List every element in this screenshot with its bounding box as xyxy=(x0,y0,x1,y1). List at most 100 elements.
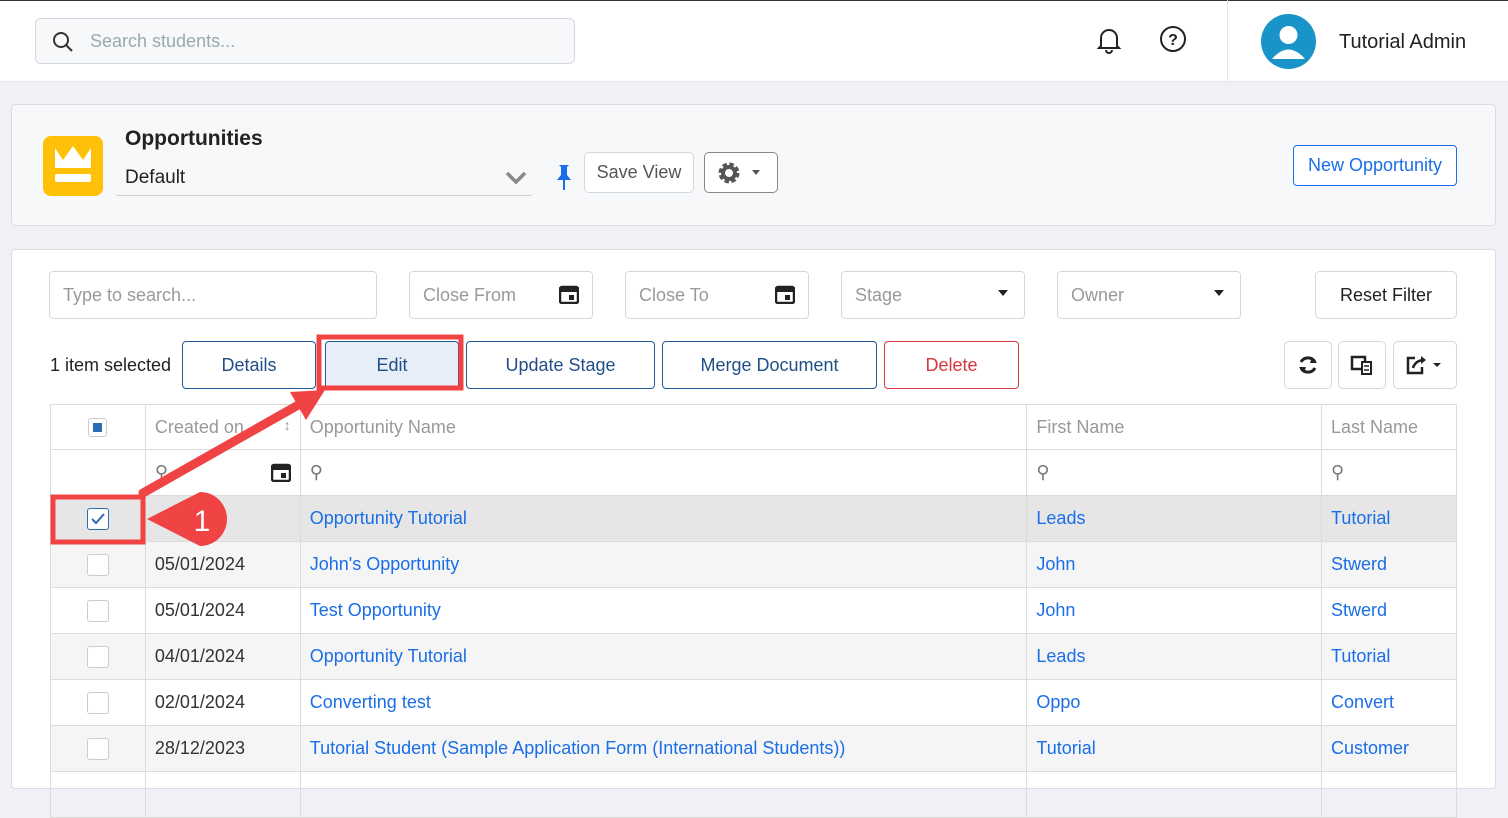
opportunity-link[interactable]: Converting test xyxy=(310,692,431,712)
last-name-link[interactable]: Stwerd xyxy=(1331,554,1387,574)
row-checkbox[interactable] xyxy=(86,737,109,760)
pin-icon[interactable] xyxy=(555,163,573,191)
update-stage-button[interactable]: Update Stage xyxy=(466,341,655,389)
table-row[interactable]: 04/01/2024 Opportunity Tutorial Leads Tu… xyxy=(50,633,1457,680)
header-row: Created on ↕ Opportunity Name First Name… xyxy=(50,404,1457,450)
help-icon[interactable]: ? xyxy=(1159,25,1187,53)
row-select-cell[interactable] xyxy=(50,587,146,634)
details-button[interactable]: Details xyxy=(182,341,316,389)
owner-placeholder: Owner xyxy=(1071,284,1125,305)
last-name-cell: Stwerd xyxy=(1321,587,1457,634)
select-all-checkbox[interactable] xyxy=(88,417,108,437)
first-name-link[interactable]: Leads xyxy=(1036,508,1085,528)
user-name[interactable]: Tutorial Admin xyxy=(1339,31,1466,54)
delete-button[interactable]: Delete xyxy=(884,341,1019,389)
column-created-on[interactable]: Created on ↕ xyxy=(144,404,301,450)
bell-icon[interactable] xyxy=(1096,26,1122,54)
first-name-filter[interactable]: ⚲ xyxy=(1026,449,1323,496)
refresh-icon xyxy=(1299,356,1317,374)
first-name-cell: Leads xyxy=(1026,633,1323,680)
table-row[interactable]: 05/01/2024 John's Opportunity John Stwer… xyxy=(50,541,1457,588)
owner-select[interactable]: Owner xyxy=(1057,271,1241,319)
opportunities-table: Created on ↕ Opportunity Name First Name… xyxy=(50,404,1457,818)
column-opportunity-name[interactable]: Opportunity Name xyxy=(299,404,1028,450)
select-all-cell[interactable] xyxy=(50,404,146,450)
crown-logo-icon xyxy=(43,136,103,196)
export-dropdown-button[interactable] xyxy=(1393,341,1457,389)
column-last-name[interactable]: Last Name xyxy=(1321,404,1457,450)
row-checkbox[interactable] xyxy=(86,645,109,668)
first-name-link[interactable]: Oppo xyxy=(1036,692,1080,712)
opportunity-link[interactable]: Tutorial Student (Sample Application For… xyxy=(310,738,846,758)
calendar-icon[interactable] xyxy=(559,284,579,304)
created-cell: 04/01/2024 xyxy=(144,633,301,680)
first-name-cell: Tutorial xyxy=(1026,725,1323,772)
table-row[interactable]: …4 Opportunity Tutorial Leads Tutorial xyxy=(50,495,1457,542)
save-view-button[interactable]: Save View xyxy=(584,152,694,193)
created-cell: 28/12/2023 xyxy=(144,725,301,772)
list-search-input[interactable]: Type to search... xyxy=(49,271,377,319)
last-name-link[interactable]: Customer xyxy=(1331,738,1409,758)
svg-text:?: ? xyxy=(1168,32,1178,49)
column-first-name[interactable]: First Name xyxy=(1026,404,1323,450)
opportunity-link[interactable]: Test Opportunity xyxy=(310,600,441,620)
last-name-link[interactable]: Convert xyxy=(1331,692,1394,712)
first-name-cell: Leads xyxy=(1026,495,1323,542)
table-row[interactable]: 28/12/2023 Tutorial Student (Sample Appl… xyxy=(50,725,1457,772)
export-icon xyxy=(1406,356,1441,375)
row-select-cell[interactable] xyxy=(50,725,146,772)
calendar-icon[interactable] xyxy=(775,284,795,304)
row-checkbox[interactable] xyxy=(86,691,109,714)
merge-document-button[interactable]: Merge Document xyxy=(662,341,877,389)
columns-button[interactable] xyxy=(1338,341,1386,389)
opportunity-name-cell: Tutorial Student (Sample Application For… xyxy=(299,725,1028,772)
created-cell: 05/01/2024 xyxy=(144,587,301,634)
opportunity-link[interactable]: John's Opportunity xyxy=(310,554,460,574)
settings-dropdown-button[interactable] xyxy=(704,152,778,193)
table-row[interactable]: 05/01/2024 Test Opportunity John Stwerd xyxy=(50,587,1457,634)
last-name-cell: Customer xyxy=(1321,725,1457,772)
edit-button[interactable]: Edit xyxy=(325,341,459,389)
refresh-button[interactable] xyxy=(1284,341,1332,389)
search-icon: ⚲ xyxy=(1331,462,1345,482)
opportunity-link[interactable]: Opportunity Tutorial xyxy=(310,646,467,666)
filter-row: ⚲ ⚲ ⚲ ⚲ xyxy=(50,449,1457,496)
stage-select[interactable]: Stage xyxy=(841,271,1025,319)
page-title: Opportunities xyxy=(125,127,263,150)
search-input[interactable]: Search students... xyxy=(35,18,575,64)
last-name-link[interactable]: Tutorial xyxy=(1331,508,1390,528)
caret-down-icon xyxy=(1214,290,1224,296)
new-opportunity-button[interactable]: New Opportunity xyxy=(1293,145,1457,186)
row-select-cell[interactable] xyxy=(50,541,146,588)
opportunity-name-cell: John's Opportunity xyxy=(299,541,1028,588)
created-cell: …4 xyxy=(144,495,301,542)
created-filter[interactable]: ⚲ xyxy=(144,449,301,496)
last-name-filter[interactable]: ⚲ xyxy=(1321,449,1457,496)
first-name-link[interactable]: Leads xyxy=(1036,646,1085,666)
close-to-placeholder: Close To xyxy=(639,284,709,305)
opportunity-name-cell: Opportunity Tutorial xyxy=(299,633,1028,680)
first-name-link[interactable]: Tutorial xyxy=(1036,738,1095,758)
stage-placeholder: Stage xyxy=(855,284,903,305)
first-name-link[interactable]: John xyxy=(1036,554,1075,574)
search-icon xyxy=(53,32,73,52)
table-row[interactable]: 02/01/2024 Converting test Oppo Convert xyxy=(50,679,1457,726)
row-select-cell[interactable] xyxy=(50,633,146,680)
row-checkbox[interactable] xyxy=(86,599,109,622)
chevron-down-icon xyxy=(505,171,527,185)
last-name-link[interactable]: Stwerd xyxy=(1331,600,1387,620)
calendar-icon[interactable] xyxy=(270,462,291,482)
row-select-cell[interactable] xyxy=(50,495,146,542)
reset-filter-button[interactable]: Reset Filter xyxy=(1315,271,1457,319)
avatar[interactable] xyxy=(1261,14,1316,69)
row-checkbox[interactable] xyxy=(86,553,109,576)
last-name-link[interactable]: Tutorial xyxy=(1331,646,1390,666)
sort-icon[interactable]: ↕ xyxy=(284,417,291,433)
last-name-cell: Convert xyxy=(1321,679,1457,726)
view-select[interactable]: Default xyxy=(115,162,533,196)
row-checkbox[interactable] xyxy=(86,507,109,530)
name-filter[interactable]: ⚲ xyxy=(299,449,1028,496)
first-name-link[interactable]: John xyxy=(1036,600,1075,620)
row-select-cell[interactable] xyxy=(50,679,146,726)
opportunity-link[interactable]: Opportunity Tutorial xyxy=(310,508,467,528)
